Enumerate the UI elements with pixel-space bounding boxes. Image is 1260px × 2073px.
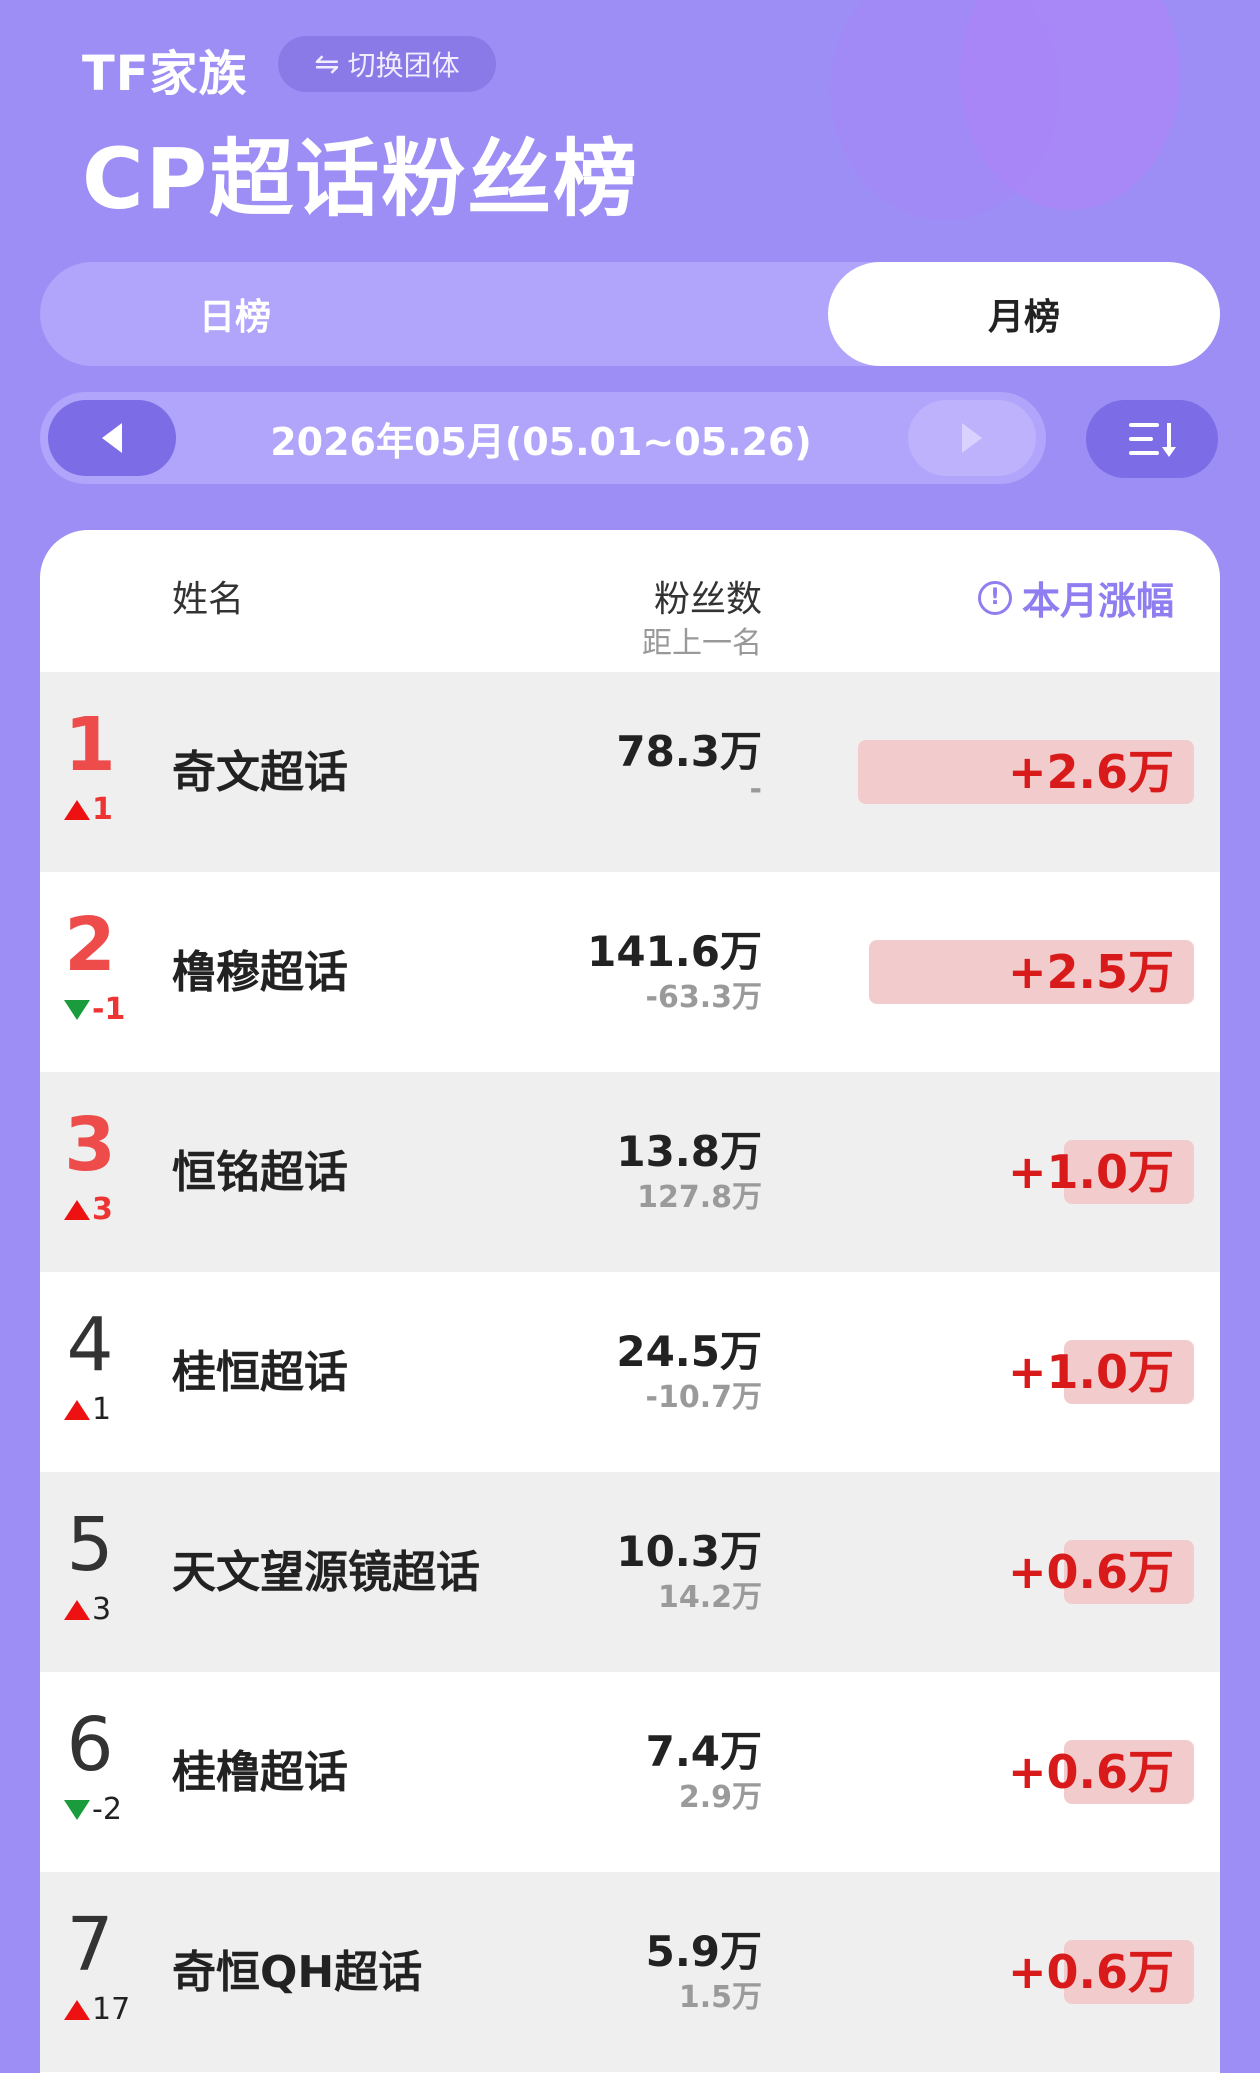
table-row[interactable]: 7 17 奇恒QH超话 5.9万 1.5万 +0.6万 (40, 1872, 1220, 2072)
rank-number: 4 (66, 1302, 114, 1388)
rank-number: 6 (66, 1702, 114, 1788)
rank-number: 3 (64, 1102, 116, 1188)
rank-change: 17 (64, 1992, 130, 2027)
fan-count: 10.3万 (616, 1527, 762, 1576)
rank-change: 3 (64, 1192, 113, 1227)
chevron-left-icon (102, 423, 122, 453)
header-growth[interactable]: ! 本月涨幅 (977, 570, 1174, 625)
fan-count: 13.8万 (616, 1127, 762, 1176)
rank-up-icon (64, 1599, 90, 1620)
group-name: TF家族 (82, 46, 248, 102)
table-row[interactable]: 2 -1 橹穆超话 141.6万 -63.3万 +2.5万 (40, 872, 1220, 1072)
rank-down-icon (64, 1799, 90, 1820)
header-fans: 粉丝数 (653, 579, 762, 620)
rank-change: -2 (64, 1792, 122, 1827)
header-name: 姓名 (172, 579, 245, 620)
rank-up-icon (64, 799, 90, 820)
table-row[interactable]: 5 3 天文望源镜超话 10.3万 14.2万 +0.6万 (40, 1472, 1220, 1672)
rank-number: 2 (64, 902, 116, 988)
rank-change: -1 (64, 992, 125, 1027)
gap-to-previous: -10.7万 (645, 1380, 762, 1415)
cp-name: 桂橹超话 (172, 1747, 348, 1798)
gap-to-previous: -63.3万 (645, 980, 762, 1015)
monthly-growth: +1.0万 (1007, 1345, 1174, 1399)
fan-count: 7.4万 (645, 1727, 762, 1776)
monthly-growth: +1.0万 (1007, 1145, 1174, 1199)
monthly-growth: +0.6万 (1007, 1745, 1174, 1799)
gap-to-previous: 14.2万 (657, 1580, 762, 1615)
table-row[interactable]: 1 1 奇文超话 78.3万 - +2.6万 (40, 672, 1220, 872)
date-range-bar: 2026年05月(05.01~05.26) (40, 392, 1046, 484)
monthly-growth: +0.6万 (1007, 1545, 1174, 1599)
switch-arrows-icon: ⇋ (314, 46, 340, 82)
rank-change-value: 3 (92, 1192, 113, 1227)
ranking-table: 姓名 粉丝数 距上一名 ! 本月涨幅 1 1 奇文超话 78.3万 - +2.6万 2 -1 橹… (40, 530, 1220, 2073)
table-row[interactable]: 6 -2 桂橹超话 7.4万 2.9万 +0.6万 (40, 1672, 1220, 1872)
rank-change-value: -2 (92, 1792, 122, 1827)
fan-count: 24.5万 (616, 1327, 762, 1376)
monthly-growth: +2.5万 (1007, 945, 1174, 999)
rank-change-value: -1 (92, 992, 126, 1027)
gap-to-previous: - (749, 772, 762, 807)
rank-up-icon (64, 1399, 90, 1420)
period-tabs: 日榜 月榜 (40, 262, 1220, 366)
page-title: CP超话粉丝榜 (82, 130, 640, 228)
tab-daily[interactable]: 日榜 (40, 262, 430, 366)
cp-name: 天文望源镜超话 (172, 1547, 480, 1598)
rank-number: 7 (66, 1902, 114, 1988)
header-gap: 距上一名 (642, 626, 762, 661)
switch-group-label: 切换团体 (347, 49, 460, 82)
cp-name: 橹穆超话 (172, 947, 348, 998)
rank-up-icon (64, 1999, 90, 2020)
table-row[interactable]: 4 1 桂恒超话 24.5万 -10.7万 +1.0万 (40, 1272, 1220, 1472)
monthly-growth: +0.6万 (1007, 1945, 1174, 1999)
fan-count: 78.3万 (616, 727, 762, 776)
rank-up-icon (64, 1199, 90, 1220)
table-header: 姓名 粉丝数 距上一名 ! 本月涨幅 (40, 530, 1220, 672)
rank-number: 1 (64, 702, 116, 788)
table-row[interactable]: 3 3 恒铭超话 13.8万 127.8万 +1.0万 (40, 1072, 1220, 1272)
chevron-right-icon (962, 423, 982, 453)
cp-name: 恒铭超话 (172, 1147, 348, 1198)
rank-change: 3 (64, 1592, 111, 1627)
gap-to-previous: 2.9万 (678, 1780, 762, 1815)
gap-to-previous: 127.8万 (637, 1180, 762, 1215)
date-range-label: 2026年05月(05.01~05.26) (270, 419, 812, 464)
rank-down-icon (64, 999, 90, 1020)
fan-count: 5.9万 (645, 1927, 762, 1976)
next-period-button[interactable] (908, 400, 1036, 476)
heart-decoration (760, 0, 1180, 270)
prev-period-button[interactable] (48, 400, 176, 476)
rank-change-value: 1 (92, 1392, 112, 1427)
switch-group-button[interactable]: ⇋ 切换团体 (278, 36, 496, 92)
info-icon: ! (977, 580, 1012, 615)
rank-number: 5 (66, 1502, 114, 1588)
cp-name: 奇文超话 (172, 747, 348, 798)
monthly-growth: +2.6万 (1007, 745, 1174, 799)
rank-change: 1 (64, 792, 113, 827)
rank-change-value: 17 (92, 1992, 131, 2027)
tab-monthly[interactable]: 月榜 (828, 262, 1220, 366)
fan-count: 141.6万 (587, 927, 762, 976)
rank-change-value: 1 (92, 792, 113, 827)
header-growth-label: 本月涨幅 (1021, 579, 1174, 623)
rank-change-value: 3 (92, 1592, 112, 1627)
sort-button[interactable] (1086, 400, 1218, 478)
rank-change: 1 (64, 1392, 111, 1427)
sort-icon (1129, 421, 1176, 457)
gap-to-previous: 1.5万 (678, 1980, 762, 2015)
cp-name: 奇恒QH超话 (172, 1947, 423, 1998)
cp-name: 桂恒超话 (172, 1347, 348, 1398)
